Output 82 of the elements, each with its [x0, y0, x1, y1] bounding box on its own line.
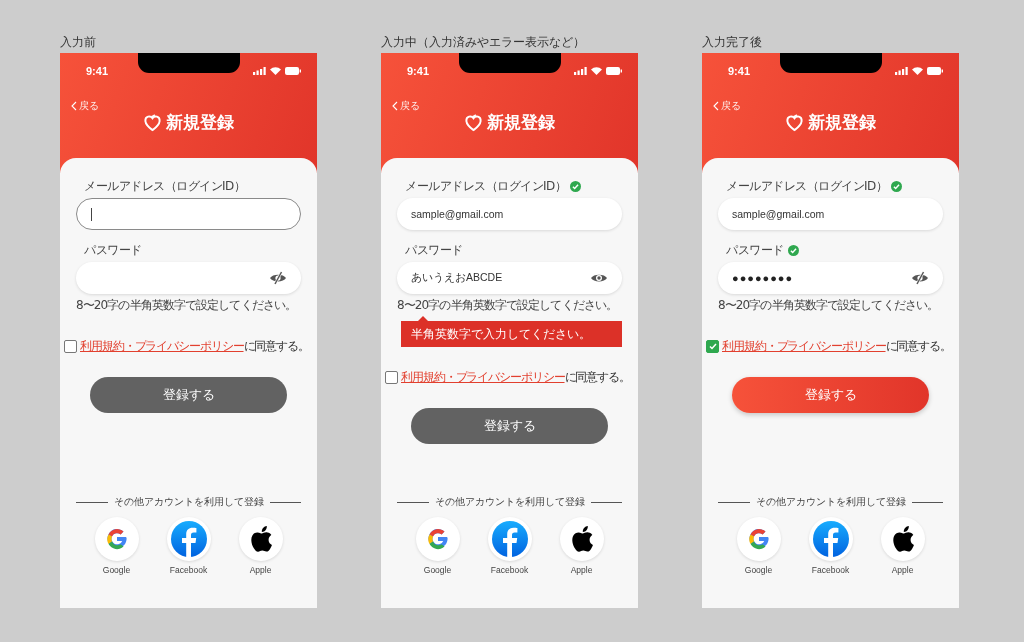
facebook-icon	[170, 521, 207, 557]
tooltip-pointer-icon	[418, 316, 428, 321]
provider-label: Apple	[891, 565, 914, 575]
signal-icon	[895, 67, 908, 75]
heart-icon	[464, 113, 483, 132]
page-title: 新規登録	[808, 111, 876, 134]
field-label: メールアドレス（ログインID）	[84, 178, 246, 195]
agree-checkbox[interactable]	[706, 340, 719, 353]
provider-label: Google	[744, 565, 773, 575]
field-label: メールアドレス（ログインID）	[726, 178, 888, 195]
password-hint: 8〜20字の半角英数字で設定してください。	[397, 297, 617, 314]
eye-icon[interactable]	[590, 272, 608, 284]
provider-label: Google	[423, 565, 452, 575]
provider-label: Facebook	[490, 565, 529, 575]
back-button[interactable]: 戻る	[71, 99, 99, 113]
email-field[interactable]	[76, 198, 301, 230]
back-button[interactable]: 戻る	[713, 99, 741, 113]
field-label: パスワード	[405, 242, 463, 259]
eye-slash-icon[interactable]	[269, 271, 287, 285]
agreement-text: 利用規約・プライバシーポリシーに同意する。	[80, 338, 309, 355]
signal-icon	[253, 67, 266, 75]
chevron-left-icon	[713, 101, 719, 111]
screen-caption: 入力前	[60, 34, 96, 50]
status-time: 9:41	[728, 65, 751, 77]
provider-label: Facebook	[811, 565, 850, 575]
divider-label: その他アカウントを利用して登録	[755, 496, 906, 509]
terms-link[interactable]: 利用規約・プライバシーポリシー	[722, 339, 886, 353]
screen-caption: 入力中（入力済みやエラー表示など）	[381, 34, 585, 50]
provider-label: Google	[102, 565, 131, 575]
password-field[interactable]	[76, 262, 301, 294]
error-tooltip: 半角英数字で入力してください。	[401, 316, 622, 347]
divider-label: その他アカウントを利用して登録	[113, 496, 264, 509]
page-title: 新規登録	[487, 111, 555, 134]
terms-link[interactable]: 利用規約・プライバシーポリシー	[80, 339, 244, 353]
register-button[interactable]: 登録する	[411, 408, 608, 444]
register-button[interactable]: 登録する	[90, 377, 287, 413]
status-time: 9:41	[407, 65, 430, 77]
password-hint: 8〜20字の半角英数字で設定してください。	[718, 297, 938, 314]
wifi-icon	[591, 67, 602, 75]
eye-slash-icon[interactable]	[911, 271, 929, 285]
heart-icon	[143, 113, 162, 132]
status-time: 9:41	[86, 65, 109, 77]
back-button[interactable]: 戻る	[392, 99, 420, 113]
divider-label: その他アカウントを利用して登録	[434, 496, 585, 509]
heart-icon	[785, 113, 804, 132]
text-cursor	[91, 207, 92, 221]
terms-link[interactable]: 利用規約・プライバシーポリシー	[401, 370, 565, 384]
apple-logo-icon	[890, 525, 915, 553]
wifi-icon	[270, 67, 281, 75]
field-label: メールアドレス（ログインID）	[405, 178, 567, 195]
password-field[interactable]: ●●●●●●●●	[718, 262, 943, 294]
password-field[interactable]: あいうえおABCDE	[397, 262, 622, 294]
social-login-button[interactable]	[880, 517, 925, 561]
facebook-icon	[491, 521, 528, 557]
chevron-left-icon	[71, 101, 77, 111]
battery-icon	[606, 67, 622, 75]
provider-label: Apple	[570, 565, 593, 575]
email-field[interactable]: sample@gmail.com	[397, 198, 622, 230]
agree-checkbox[interactable]	[385, 371, 398, 384]
signal-icon	[574, 67, 587, 75]
apple-logo-icon	[569, 525, 594, 553]
battery-icon	[285, 67, 301, 75]
wifi-icon	[912, 67, 923, 75]
battery-icon	[927, 67, 943, 75]
checkmark-icon	[708, 343, 717, 350]
agreement-text: 利用規約・プライバシーポリシーに同意する。	[722, 338, 951, 355]
password-hint: 8〜20字の半角英数字で設定してください。	[76, 297, 296, 314]
page-title: 新規登録	[166, 111, 234, 134]
facebook-icon	[812, 521, 849, 557]
field-label: パスワード	[84, 242, 142, 259]
field-label: パスワード	[726, 242, 784, 259]
register-button[interactable]: 登録する	[732, 377, 929, 413]
provider-label: Apple	[249, 565, 272, 575]
screen-caption: 入力完了後	[702, 34, 762, 50]
agreement-text: 利用規約・プライバシーポリシーに同意する。	[401, 369, 630, 386]
social-login-button[interactable]	[238, 517, 283, 561]
social-login-button[interactable]	[559, 517, 604, 561]
chevron-left-icon	[392, 101, 398, 111]
email-field[interactable]: sample@gmail.com	[718, 198, 943, 230]
apple-logo-icon	[248, 525, 273, 553]
agree-checkbox[interactable]	[64, 340, 77, 353]
provider-label: Facebook	[169, 565, 208, 575]
